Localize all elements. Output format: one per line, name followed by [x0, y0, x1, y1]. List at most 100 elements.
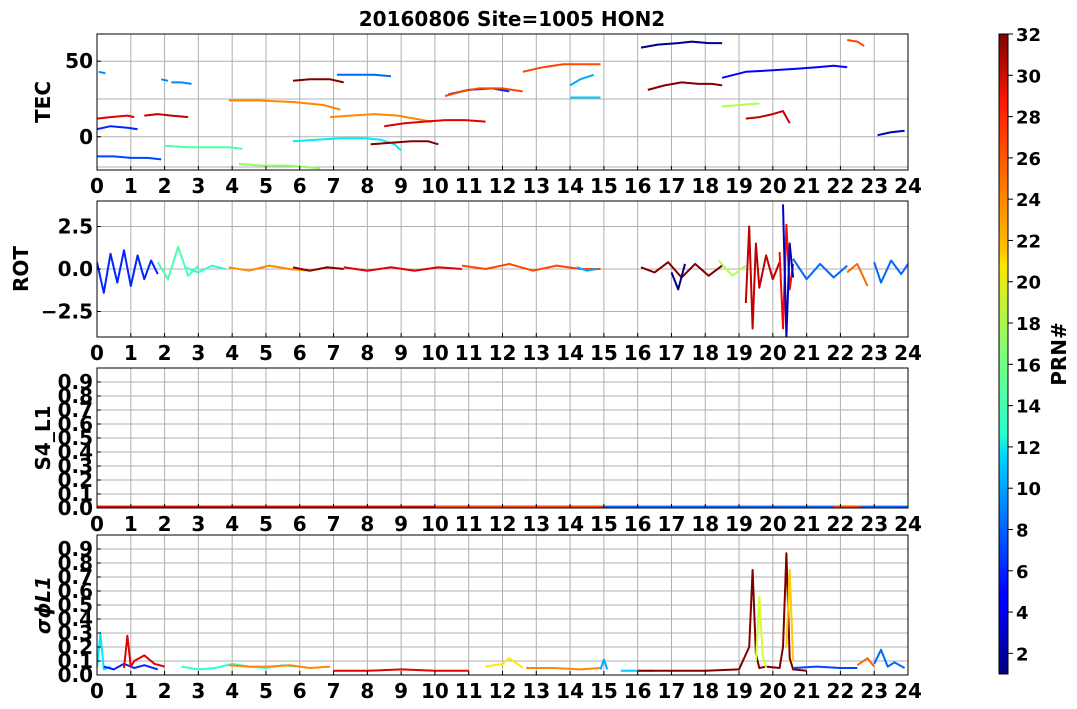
- x-tick-label: 14: [556, 174, 584, 198]
- series-line-prn-9: [98, 70, 106, 75]
- x-tick-label: 13: [522, 174, 550, 198]
- series-line-prn-9: [160, 78, 169, 82]
- series-line-prn-32: [370, 140, 439, 146]
- colorbar-tick-label: 22: [1016, 231, 1041, 252]
- x-tick-label: 4: [225, 512, 239, 536]
- x-tick-label: 9: [394, 174, 408, 198]
- colorbar-tick-label: 10: [1016, 479, 1041, 500]
- series-line-prn-24: [526, 667, 601, 671]
- x-tick-label: 23: [860, 512, 888, 536]
- colorbar-tick-label: 12: [1016, 438, 1041, 459]
- y-axis-label: ROT: [9, 246, 33, 292]
- y-axis-label: TEC: [31, 81, 55, 123]
- x-tick-label: 19: [725, 679, 753, 703]
- x-tick-label: 17: [658, 512, 686, 536]
- x-tick-label: 2: [158, 512, 172, 536]
- colorbar-gradient: [998, 33, 1009, 675]
- x-tick-label: 1: [124, 679, 138, 703]
- colorbar-tick-label: 20: [1016, 273, 1041, 294]
- x-tick-label: 22: [826, 174, 854, 198]
- x-tick-label: 3: [191, 679, 205, 703]
- x-tick-label: 11: [455, 341, 483, 365]
- x-tick-label: 12: [489, 679, 517, 703]
- x-tick-label: 22: [826, 679, 854, 703]
- series-line-prn-10: [569, 73, 595, 87]
- x-tick-label: 6: [293, 512, 307, 536]
- x-tick-label: 5: [259, 341, 273, 365]
- x-tick-label: 3: [191, 341, 205, 365]
- x-tick-label: 9: [394, 341, 408, 365]
- colorbar-tick-label: 28: [1016, 108, 1041, 129]
- series-line-prn-26: [522, 63, 601, 73]
- series-line-prn-21: [485, 657, 524, 669]
- x-tick-label: 4: [225, 174, 239, 198]
- x-tick-label: 23: [860, 174, 888, 198]
- x-tick-label: 16: [624, 174, 652, 198]
- series-line-prn-12: [97, 632, 111, 671]
- x-tick-label: 2: [158, 174, 172, 198]
- series-line-prn-29: [97, 114, 135, 120]
- x-tick-label: 18: [691, 679, 719, 703]
- colorbar-tick-label: 8: [1016, 520, 1029, 541]
- x-tick-label: 9: [394, 512, 408, 536]
- x-tick-label: 18: [691, 512, 719, 536]
- y-tick-label: 50: [65, 49, 93, 73]
- colorbar-tick-label: 16: [1016, 355, 1041, 376]
- x-tick-label: 22: [826, 512, 854, 536]
- x-tick-label: 17: [658, 174, 686, 198]
- colorbar-tick-label: 26: [1016, 149, 1041, 170]
- panel-1: 0 1 2 3 4 5 6 7 8 9 10 11 12 13 14 15 16 17 18 19 20 21 22 23 24…: [31, 33, 922, 198]
- colorbar-tick-label: 18: [1016, 314, 1041, 335]
- x-tick-label: 7: [327, 512, 341, 536]
- x-tick-label: 21: [793, 174, 821, 198]
- series-line-prn-24: [330, 113, 432, 123]
- series-line-prn-18: [722, 102, 760, 108]
- x-tick-label: 10: [421, 679, 449, 703]
- series-line-prn-12: [292, 137, 402, 152]
- series-line-prn-26: [847, 39, 865, 47]
- x-tick-label: 6: [293, 679, 307, 703]
- y-axis-label: S4_L1: [31, 406, 55, 471]
- x-tick-label: 7: [327, 341, 341, 365]
- series-line-prn-24: [228, 664, 331, 669]
- colorbar-tick-label: 6: [1016, 562, 1029, 583]
- series-line-prn-17: [238, 163, 321, 170]
- colorbar-tick-label: 32: [1016, 25, 1041, 46]
- colorbar-label: PRN#: [1047, 322, 1071, 386]
- x-tick-label: 14: [556, 679, 584, 703]
- series-line-prn-32: [647, 81, 723, 91]
- series-group: [97, 552, 906, 672]
- x-tick-label: 11: [455, 174, 483, 198]
- x-tick-label: 15: [590, 174, 618, 198]
- x-tick-label: 23: [860, 341, 888, 365]
- series-line-prn-25: [856, 657, 875, 668]
- series-group: [97, 39, 905, 170]
- colorbar: PRN# 2468101214161820222426283032: [998, 25, 1071, 675]
- x-tick-label: 1: [124, 341, 138, 365]
- x-tick-label: 11: [455, 512, 483, 536]
- x-tick-label: 8: [360, 512, 374, 536]
- x-tick-label: 12: [489, 341, 517, 365]
- x-tick-label: 6: [293, 174, 307, 198]
- y-tick-label: 2.5: [58, 215, 93, 239]
- series-line-prn-32: [292, 78, 344, 84]
- x-tick-label: 19: [725, 174, 753, 198]
- x-tick-label: 17: [658, 679, 686, 703]
- x-tick-label: 18: [691, 341, 719, 365]
- figure: 20160806 Site=1005 HON2 0 1 2 3 4 5 6 7 8 9 10 11 12…: [9, 7, 1071, 703]
- series-line-prn-30: [144, 113, 189, 119]
- series-line-prn-15: [164, 144, 243, 150]
- y-tick-label: 0.9: [58, 370, 93, 394]
- series-line-prn-6: [97, 125, 138, 131]
- x-tick-label: 20: [759, 512, 787, 536]
- x-tick-label: 5: [259, 679, 273, 703]
- x-tick-label: 16: [624, 679, 652, 703]
- x-tick-label: 15: [590, 512, 618, 536]
- x-tick-label: 7: [327, 679, 341, 703]
- series-line-prn-25: [846, 262, 869, 287]
- x-tick-label: 20: [759, 341, 787, 365]
- x-tick-label: 17: [658, 341, 686, 365]
- x-tick-label: 20: [759, 174, 787, 198]
- x-tick-label: 21: [793, 512, 821, 536]
- y-tick-label: 0.0: [58, 257, 93, 281]
